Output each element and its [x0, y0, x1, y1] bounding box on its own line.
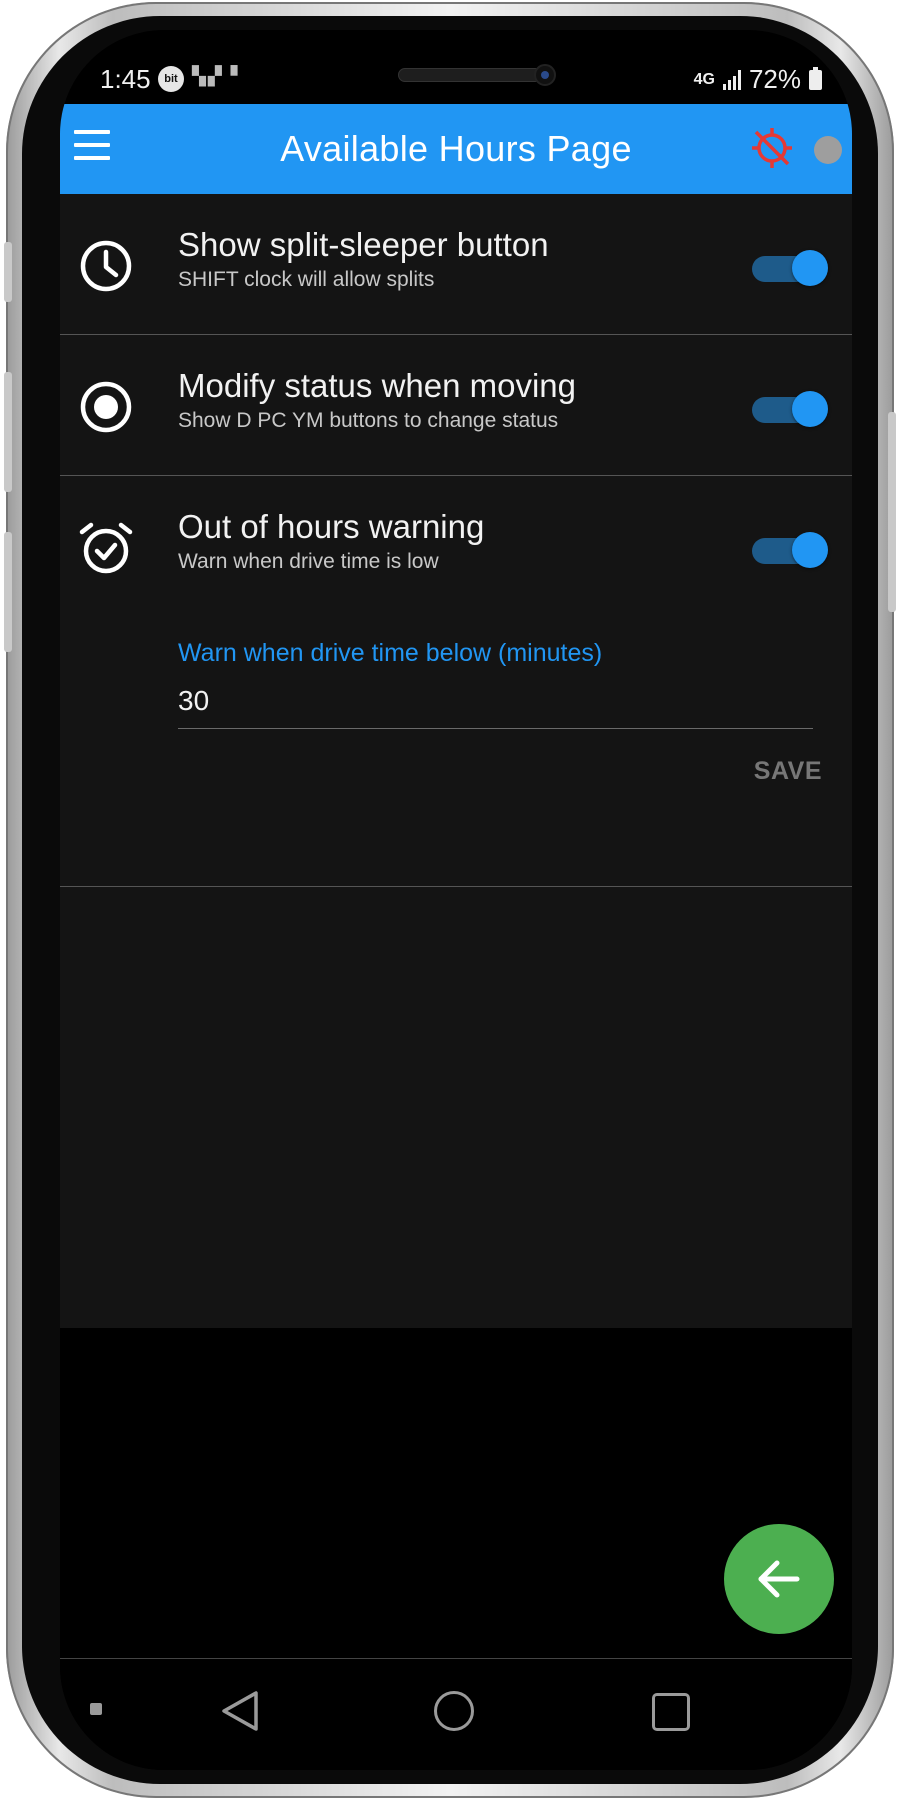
triangle-back-icon[interactable]	[220, 1689, 260, 1733]
page-title: Available Hours Page	[280, 128, 632, 169]
setting-row-modify-status: Modify status when moving Show D PC YM b…	[60, 335, 852, 476]
setting-subtitle: Warn when drive time is low	[178, 550, 439, 573]
setting-subtitle: Show D PC YM buttons to change status	[178, 409, 559, 432]
status-time: 1:45	[100, 64, 151, 94]
phone-frame: 1:45 bit ▚▞ ▘ 4G 72% Available Hours Pag…	[4, 2, 896, 1798]
circle-home-icon[interactable]	[434, 1691, 474, 1731]
notification-icons: ▚▞ ▘	[192, 66, 247, 86]
setting-title: Out of hours warning	[178, 508, 485, 545]
setting-row-split-sleeper: Show split-sleeper button SHIFT clock wi…	[60, 194, 852, 335]
setting-title: Modify status when moving	[178, 367, 577, 404]
split-sleeper-toggle[interactable]	[752, 250, 828, 286]
setting-title: Show split-sleeper button	[178, 226, 549, 263]
side-button	[4, 372, 12, 492]
back-fab[interactable]	[724, 1524, 834, 1634]
settings-list: Show split-sleeper button SHIFT clock wi…	[60, 194, 852, 1328]
alarm-check-icon	[79, 522, 133, 574]
side-button	[4, 532, 12, 652]
power-button	[888, 412, 896, 612]
warning-threshold-input[interactable]	[178, 673, 813, 729]
radio-button-icon	[80, 381, 132, 433]
battery-percent: 72%	[748, 64, 801, 94]
battery-icon	[809, 66, 822, 90]
app-bar: Available Hours Page	[60, 104, 852, 194]
status-indicators: 4G 72%	[694, 64, 822, 95]
setting-row-out-of-hours: Out of hours warning Warn when drive tim…	[60, 476, 852, 617]
arrow-left-icon	[758, 1560, 800, 1598]
out-of-hours-toggle[interactable]	[752, 532, 828, 568]
save-button[interactable]: SAVE	[744, 747, 832, 795]
notification-badge: bit	[158, 66, 184, 92]
speaker-grille	[398, 68, 542, 82]
square-recents-icon[interactable]	[652, 1693, 690, 1731]
network-type: 4G	[693, 70, 715, 88]
nav-indicator-dot	[90, 1703, 102, 1715]
front-camera	[534, 64, 556, 86]
screen: 1:45 bit ▚▞ ▘ 4G 72% Available Hours Pag…	[60, 30, 852, 1770]
status-bar: 1:45 bit ▚▞ ▘ 4G 72%	[60, 30, 852, 106]
clock-icon	[80, 240, 132, 292]
setting-subtitle: SHIFT clock will allow splits	[178, 268, 435, 291]
volume-button	[4, 242, 12, 302]
signal-icon	[722, 69, 741, 90]
warning-threshold-section: Warn when drive time below (minutes) SAV…	[60, 617, 852, 887]
system-nav-bar	[60, 1658, 852, 1770]
gps-off-icon[interactable]	[750, 126, 794, 170]
modify-status-toggle[interactable]	[752, 391, 828, 427]
connection-status-dot	[814, 136, 842, 164]
warning-threshold-label: Warn when drive time below (minutes)	[178, 639, 603, 667]
